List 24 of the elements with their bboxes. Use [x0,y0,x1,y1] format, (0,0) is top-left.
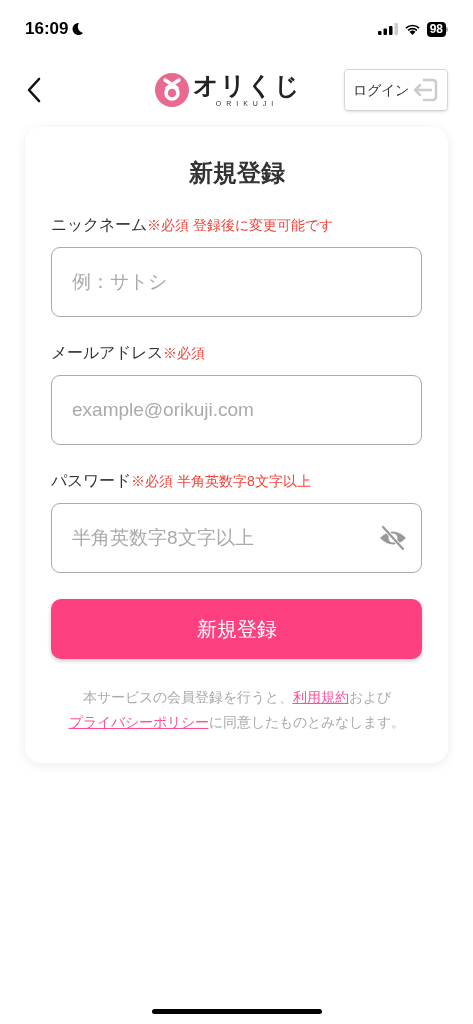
register-button[interactable]: 新規登録 [51,599,422,659]
field-label: ニックネーム [51,215,147,235]
form-title: 新規登録 [187,158,286,188]
required-note: ※必須 半角英数字8文字以上 [131,472,311,491]
email-field[interactable]: example@orikuji.com [51,375,422,445]
logo-icon [155,73,189,107]
login-button[interactable]: ログイン [344,69,448,111]
field-label: パスワード [51,471,131,491]
terms-link[interactable]: 利用規約 [292,689,349,705]
login-icon [411,77,439,103]
logo-text: オリくじ [193,73,301,98]
input-field[interactable]: 例：サトシ [51,247,422,317]
required-note: ※必須 [163,344,205,363]
eye-off-icon[interactable] [378,525,408,551]
required-note: ※必須 登録後に変更可能です [147,216,333,235]
status-time: 16:09 [25,18,69,41]
battery-level: 98 [426,21,446,37]
signal-icon [377,23,398,35]
terms-link[interactable]: プライバシーポリシー [68,714,209,730]
terms-notice: 本サービスの会員登録を行うと、利用規約および プライバシーポリシーに同意したものとみなします。 [67,688,406,732]
wifi-icon [403,23,421,35]
password-field[interactable]: 半角英数字8文字以上 [51,503,422,573]
field-label: メールアドレス [51,343,163,363]
moon-icon [71,22,85,36]
